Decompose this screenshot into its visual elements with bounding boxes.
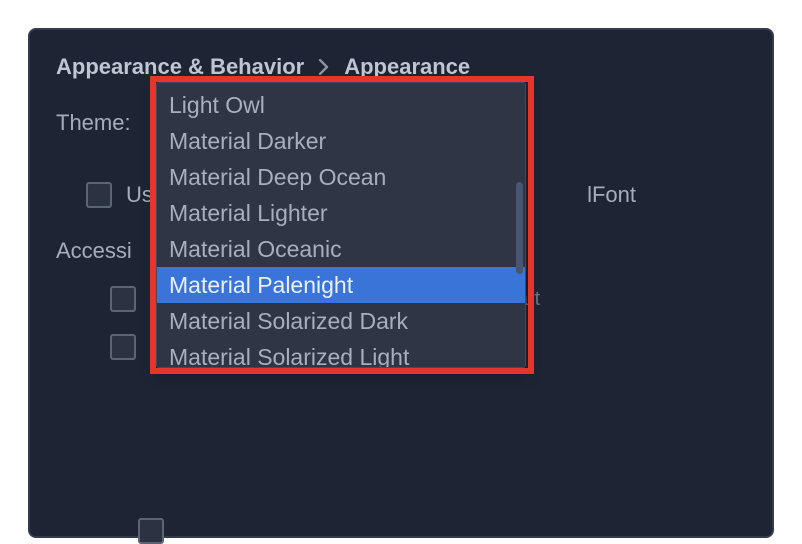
dropdown-scrollbar[interactable]: [516, 182, 523, 274]
theme-option[interactable]: Material Oceanic: [157, 231, 525, 267]
use-custom-font-checkbox[interactable]: [86, 182, 112, 208]
theme-option[interactable]: Material Solarized Dark: [157, 303, 525, 339]
breadcrumb-parent[interactable]: Appearance & Behavior: [56, 54, 304, 80]
theme-label: Theme:: [56, 110, 131, 136]
theme-dropdown-popup: Light OwlMaterial DarkerMaterial Deep Oc…: [156, 82, 526, 368]
breadcrumb-current: Appearance: [344, 54, 470, 80]
contrast-scrollbars-checkbox[interactable]: [110, 334, 136, 360]
theme-option[interactable]: Material Lighter: [157, 195, 525, 231]
theme-option[interactable]: Material Deep Ocean: [157, 159, 525, 195]
theme-dropdown-list[interactable]: Light OwlMaterial DarkerMaterial Deep Oc…: [156, 82, 526, 368]
breadcrumb: Appearance & Behavior Appearance: [56, 54, 746, 80]
theme-option[interactable]: Material Darker: [157, 123, 525, 159]
partial-checkbox[interactable]: [138, 518, 164, 544]
chevron-right-icon: [318, 59, 330, 75]
partial-row: [84, 518, 178, 544]
theme-option[interactable]: Light Owl: [157, 87, 525, 123]
font-suffix: lFont: [587, 182, 746, 208]
theme-option[interactable]: Material Palenight: [157, 267, 525, 303]
theme-option[interactable]: Material Solarized Light: [157, 339, 525, 367]
screen-readers-checkbox[interactable]: [110, 286, 136, 312]
